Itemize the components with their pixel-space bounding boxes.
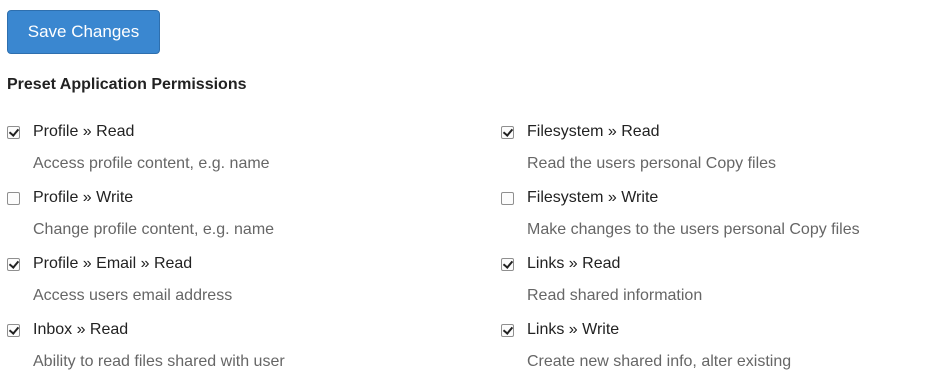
permission-checkbox[interactable] bbox=[501, 125, 514, 139]
permission-description: Change profile content, e.g. name bbox=[33, 221, 275, 238]
permission-label[interactable]: Filesystem » Read bbox=[527, 123, 660, 141]
permission-label[interactable]: Links » Read bbox=[527, 255, 620, 273]
permission-label[interactable]: Profile » Read bbox=[33, 123, 134, 141]
permission-row[interactable]: Links » Read bbox=[501, 253, 620, 275]
permission-checkbox[interactable] bbox=[7, 257, 20, 271]
section-title: Preset Application Permissions bbox=[7, 76, 247, 93]
permission-label[interactable]: Profile » Email » Read bbox=[33, 255, 192, 273]
permission-description: Access profile content, e.g. name bbox=[33, 155, 270, 172]
permission-checkbox[interactable] bbox=[7, 323, 20, 337]
permission-row[interactable]: Links » Write bbox=[501, 319, 619, 341]
permission-row[interactable]: Profile » Read bbox=[7, 121, 134, 143]
permission-label[interactable]: Links » Write bbox=[527, 321, 619, 339]
permission-description: Create new shared info, alter existing bbox=[527, 353, 792, 370]
permission-checkbox[interactable] bbox=[7, 191, 20, 205]
save-changes-button[interactable]: Save Changes bbox=[7, 10, 160, 54]
permission-description: Access users email address bbox=[33, 287, 233, 304]
permission-description: Read shared information bbox=[527, 287, 703, 304]
permission-description: Ability to read files shared with user bbox=[33, 353, 285, 370]
permission-label[interactable]: Profile » Write bbox=[33, 189, 133, 207]
permission-row[interactable]: Profile » Write bbox=[7, 187, 133, 209]
permission-description: Read the users personal Copy files bbox=[527, 155, 777, 172]
permission-checkbox[interactable] bbox=[501, 257, 514, 271]
permission-label[interactable]: Inbox » Read bbox=[33, 321, 128, 339]
permission-row[interactable]: Inbox » Read bbox=[7, 319, 128, 341]
permission-checkbox[interactable] bbox=[501, 323, 514, 337]
permission-row[interactable]: Filesystem » Write bbox=[501, 187, 658, 209]
permission-row[interactable]: Filesystem » Read bbox=[501, 121, 660, 143]
permission-description: Make changes to the users personal Copy … bbox=[527, 221, 860, 238]
permission-checkbox[interactable] bbox=[501, 191, 514, 205]
permission-checkbox[interactable] bbox=[7, 125, 20, 139]
permission-row[interactable]: Profile » Email » Read bbox=[7, 253, 192, 275]
permission-label[interactable]: Filesystem » Write bbox=[527, 189, 658, 207]
